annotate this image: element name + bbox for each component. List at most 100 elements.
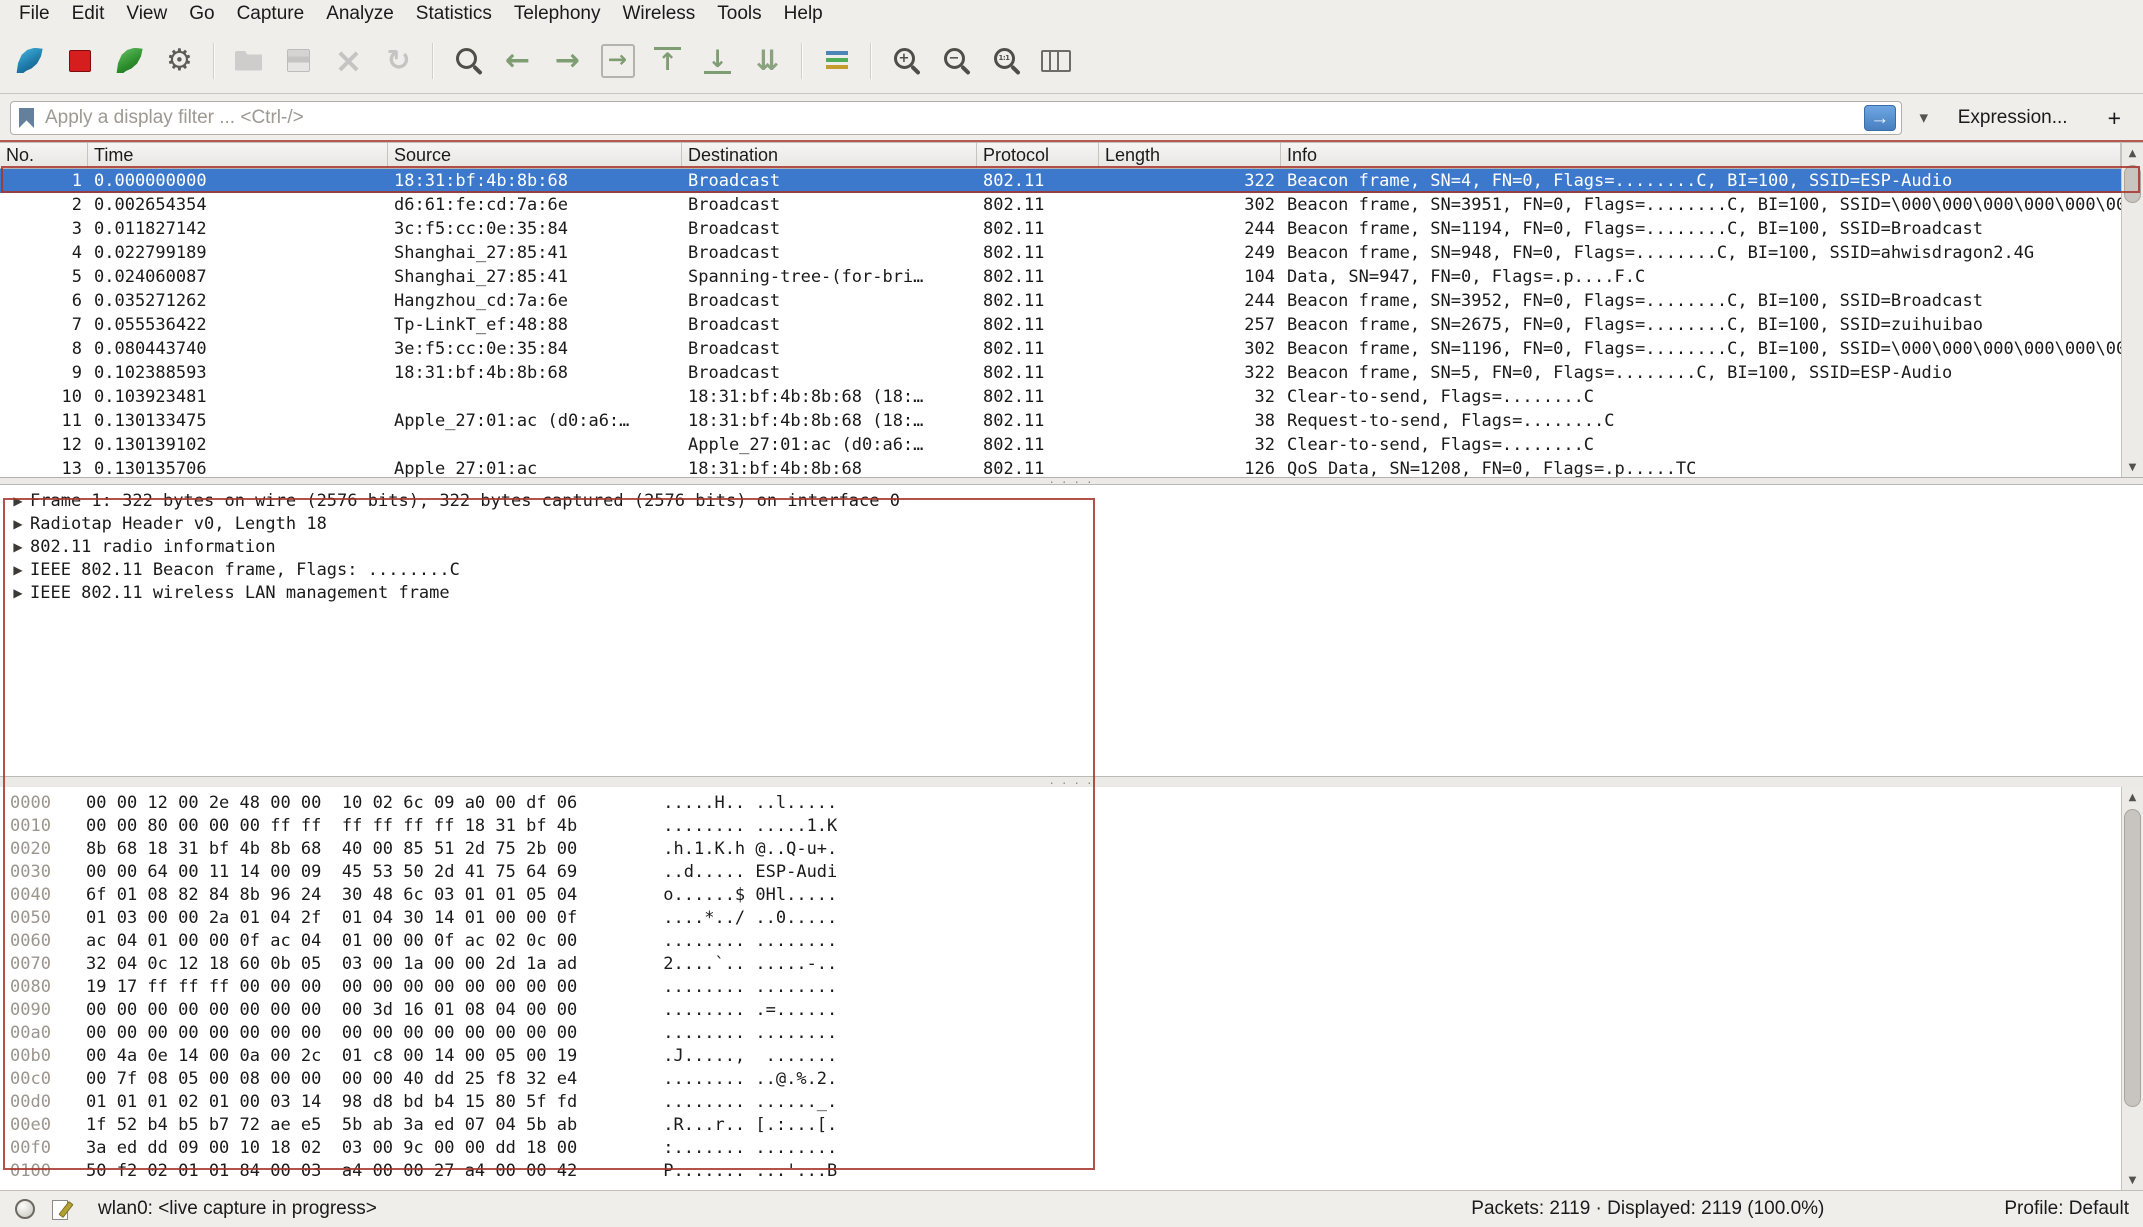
menu-item-analyze[interactable]: Analyze: [315, 0, 405, 28]
menu-item-capture[interactable]: Capture: [226, 0, 316, 28]
column-header-no[interactable]: No.: [0, 143, 88, 168]
capture-options-button[interactable]: [156, 37, 203, 85]
hex-row[interactable]: 00b000 4a 0e 14 00 0a 00 2c 01 c8 00 14 …: [10, 1045, 2113, 1068]
zoom-original-button[interactable]: [982, 37, 1029, 85]
go-forward-button[interactable]: [544, 37, 591, 85]
hex-row[interactable]: 009000 00 00 00 00 00 00 00 00 3d 16 01 …: [10, 999, 2113, 1022]
detail-line[interactable]: IEEE 802.11 wireless LAN management fram…: [6, 582, 2143, 605]
packet-list-scrollbar[interactable]: [2121, 143, 2143, 477]
expander-icon[interactable]: [6, 559, 30, 582]
find-packet-button[interactable]: [444, 37, 491, 85]
packet-row[interactable]: 70.055536422Tp-LinkT_ef:48:88Broadcast80…: [0, 313, 2121, 337]
menu-item-wireless[interactable]: Wireless: [611, 0, 706, 28]
add-filter-button[interactable]: +: [2098, 105, 2131, 132]
detail-line[interactable]: Radiotap Header v0, Length 18: [6, 513, 2143, 536]
packet-row[interactable]: 50.024060087Shanghai_27:85:41Spanning-tr…: [0, 265, 2121, 289]
expander-icon[interactable]: [6, 513, 30, 536]
column-header-length[interactable]: Length: [1099, 143, 1281, 168]
reload-file-button[interactable]: [375, 37, 422, 85]
column-header-info[interactable]: Info: [1281, 143, 2121, 168]
zoom-in-button[interactable]: [882, 37, 929, 85]
zoom-orig-icon: [989, 44, 1023, 78]
expander-icon[interactable]: [6, 536, 30, 559]
close-file-button[interactable]: [325, 37, 372, 85]
hex-row[interactable]: 005001 03 00 00 2a 01 04 2f 01 04 30 14 …: [10, 907, 2113, 930]
menu-item-help[interactable]: Help: [773, 0, 834, 28]
packet-row[interactable]: 80.0804437403e:f5:cc:0e:35:84Broadcast80…: [0, 337, 2121, 361]
column-header-source[interactable]: Source: [388, 143, 682, 168]
menu-item-go[interactable]: Go: [178, 0, 225, 28]
zoom-out-button[interactable]: [932, 37, 979, 85]
detail-line[interactable]: 802.11 radio information: [6, 536, 2143, 559]
detail-line[interactable]: IEEE 802.11 Beacon frame, Flags: .......…: [6, 559, 2143, 582]
go-to-packet-button[interactable]: [594, 37, 641, 85]
packet-row[interactable]: 30.0118271423c:f5:cc:0e:35:84Broadcast80…: [0, 217, 2121, 241]
packet-list-scrollbar-thumb[interactable]: [2124, 165, 2141, 203]
packet-row[interactable]: 130.130135706Apple_27:01:ac18:31:bf:4b:8…: [0, 457, 2121, 477]
packet-row[interactable]: 20.002654354d6:61:fe:cd:7a:6eBroadcast80…: [0, 193, 2121, 217]
hex-bytes: 00 7f 08 05 00 08 00 00 00 00 40 dd 25 f…: [86, 1068, 577, 1091]
open-file-button[interactable]: [225, 37, 272, 85]
bytes-scrollbar[interactable]: [2121, 787, 2143, 1190]
hex-row[interactable]: 008019 17 ff ff ff 00 00 00 00 00 00 00 …: [10, 976, 2113, 999]
cell-destination: Broadcast: [682, 337, 977, 361]
expression-button[interactable]: Expression...: [1952, 107, 2074, 129]
hex-ascii: :....... ........: [663, 1137, 837, 1160]
packet-row[interactable]: 90.10238859318:31:bf:4b:8b:68Broadcast80…: [0, 361, 2121, 385]
expander-icon[interactable]: [6, 490, 30, 513]
colorize-button[interactable]: [813, 37, 860, 85]
hex-row[interactable]: 003000 00 64 00 11 14 00 09 45 53 50 2d …: [10, 861, 2113, 884]
resize-columns-button[interactable]: [1032, 37, 1079, 85]
capture-comment-button[interactable]: [48, 1196, 74, 1222]
hex-row[interactable]: 007032 04 0c 12 18 60 0b 05 03 00 1a 00 …: [10, 953, 2113, 976]
expander-icon[interactable]: [6, 582, 30, 605]
packet-row[interactable]: 40.022799189Shanghai_27:85:41Broadcast80…: [0, 241, 2121, 265]
stop-capture-button[interactable]: [56, 37, 103, 85]
start-capture-button[interactable]: [6, 37, 53, 85]
go-back-button[interactable]: [494, 37, 541, 85]
detail-line[interactable]: Frame 1: 322 bytes on wire (2576 bits), …: [6, 490, 2143, 513]
hex-row[interactable]: 0060ac 04 01 00 00 0f ac 04 01 00 00 0f …: [10, 930, 2113, 953]
scroll-up-icon[interactable]: [2122, 143, 2143, 163]
restart-capture-button[interactable]: [106, 37, 153, 85]
hex-row[interactable]: 00e01f 52 b4 b5 b7 72 ae e5 5b ab 3a ed …: [10, 1114, 2113, 1137]
apply-filter-button[interactable]: [1864, 105, 1896, 131]
hex-offset: 00a0: [10, 1022, 62, 1045]
hex-row[interactable]: 00d001 01 01 02 01 00 03 14 98 d8 bd b4 …: [10, 1091, 2113, 1114]
column-header-destination[interactable]: Destination: [682, 143, 977, 168]
hex-row[interactable]: 000000 00 12 00 2e 48 00 00 10 02 6c 09 …: [10, 792, 2113, 815]
menu-item-telephony[interactable]: Telephony: [503, 0, 612, 28]
details-bytes-splitter[interactable]: [0, 777, 2143, 787]
menu-item-view[interactable]: View: [115, 0, 178, 28]
menu-item-statistics[interactable]: Statistics: [405, 0, 503, 28]
menu-item-file[interactable]: File: [8, 0, 61, 28]
hex-row[interactable]: 001000 00 80 00 00 00 ff ff ff ff ff ff …: [10, 815, 2113, 838]
scroll-up-icon[interactable]: [2122, 787, 2143, 807]
menu-item-edit[interactable]: Edit: [61, 0, 116, 28]
hex-row[interactable]: 010050 f2 02 01 01 84 00 03 a4 00 00 27 …: [10, 1160, 2113, 1183]
hex-row[interactable]: 00406f 01 08 82 84 8b 96 24 30 48 6c 03 …: [10, 884, 2113, 907]
auto-scroll-button[interactable]: [744, 37, 791, 85]
hex-row[interactable]: 00f03a ed dd 09 00 10 18 02 03 00 9c 00 …: [10, 1137, 2113, 1160]
packet-row[interactable]: 60.035271262Hangzhou_cd:7a:6eBroadcast80…: [0, 289, 2121, 313]
packet-row[interactable]: 120.130139102Apple_27:01:ac (d0:a6:…802.…: [0, 433, 2121, 457]
hex-row[interactable]: 00c000 7f 08 05 00 08 00 00 00 00 40 dd …: [10, 1068, 2113, 1091]
hex-row[interactable]: 00a000 00 00 00 00 00 00 00 00 00 00 00 …: [10, 1022, 2113, 1045]
bookmark-icon[interactable]: [19, 108, 35, 128]
column-header-protocol[interactable]: Protocol: [977, 143, 1099, 168]
packet-row[interactable]: 10.00000000018:31:bf:4b:8b:68Broadcast80…: [0, 169, 2121, 193]
filter-dropdown-button[interactable]: [1912, 103, 1936, 133]
packet-row[interactable]: 100.10392348118:31:bf:4b:8b:68 (18:…802.…: [0, 385, 2121, 409]
hex-row[interactable]: 00208b 68 18 31 bf 4b 8b 68 40 00 85 51 …: [10, 838, 2113, 861]
go-to-top-button[interactable]: [644, 37, 691, 85]
expert-info-button[interactable]: [12, 1196, 38, 1222]
save-file-button[interactable]: [275, 37, 322, 85]
display-filter-field[interactable]: [10, 101, 1902, 135]
profile-button[interactable]: Profile: Default: [2004, 1198, 2129, 1220]
menu-item-tools[interactable]: Tools: [706, 0, 772, 28]
display-filter-input[interactable]: [43, 106, 1856, 130]
column-header-time[interactable]: Time: [88, 143, 388, 168]
bytes-scrollbar-thumb[interactable]: [2124, 809, 2141, 1107]
go-to-bottom-button[interactable]: [694, 37, 741, 85]
packet-row[interactable]: 110.130133475Apple_27:01:ac (d0:a6:…18:3…: [0, 409, 2121, 433]
